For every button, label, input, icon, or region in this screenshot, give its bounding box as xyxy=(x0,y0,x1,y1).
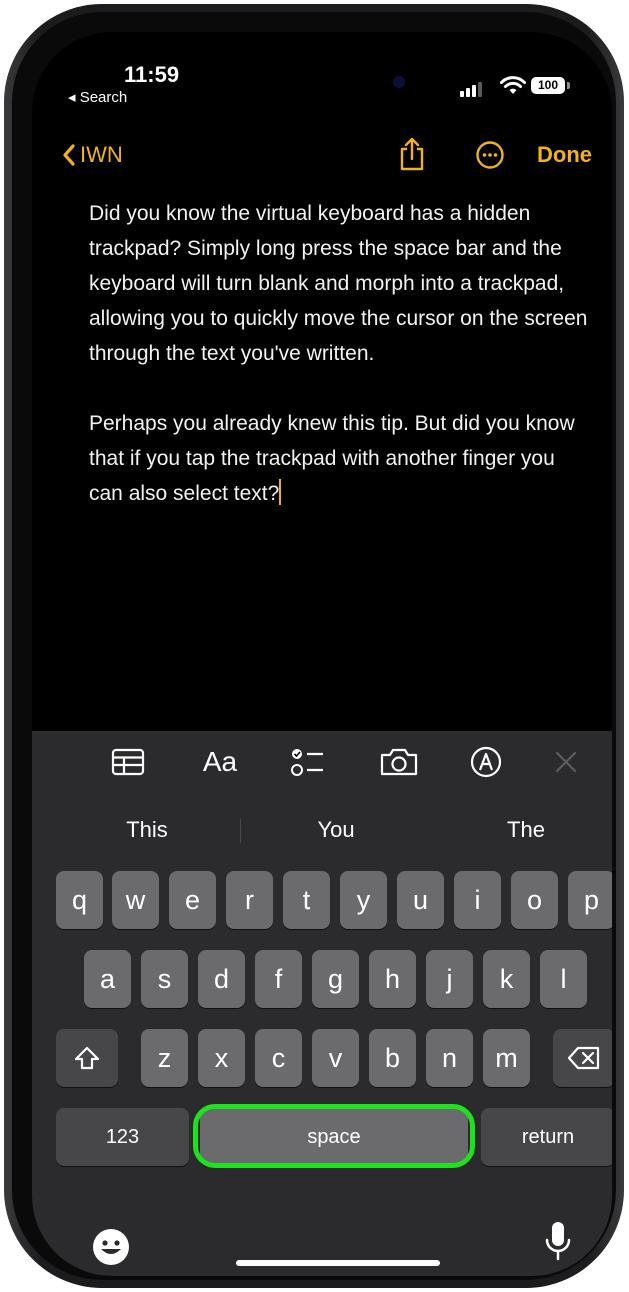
status-bar: 11:59 ◂ Search 100 xyxy=(32,32,612,112)
phone-frame: 11:59 ◂ Search 100 IWN Done Did you know… xyxy=(4,4,624,1288)
backspace-icon xyxy=(567,1046,600,1070)
key-c[interactable]: c xyxy=(255,1029,302,1087)
done-button[interactable]: Done xyxy=(537,142,592,168)
markup-icon[interactable] xyxy=(464,745,508,779)
key-d[interactable]: d xyxy=(198,950,245,1008)
key-s[interactable]: s xyxy=(141,950,188,1008)
key-f[interactable]: f xyxy=(255,950,302,1008)
key-p[interactable]: p xyxy=(568,871,612,929)
front-camera xyxy=(393,76,405,88)
navigation-bar: IWN Done xyxy=(32,132,612,180)
delete-key[interactable] xyxy=(553,1029,612,1087)
key-o[interactable]: o xyxy=(511,871,558,929)
shift-icon xyxy=(74,1046,100,1070)
notes-toolbar: Aa xyxy=(32,731,612,793)
key-a[interactable]: a xyxy=(84,950,131,1008)
close-icon[interactable] xyxy=(548,745,584,779)
key-m[interactable]: m xyxy=(483,1029,530,1087)
note-body[interactable]: Did you know the virtual keyboard has a … xyxy=(89,196,589,511)
battery-tip xyxy=(567,82,570,89)
text-cursor xyxy=(279,479,282,505)
key-g[interactable]: g xyxy=(312,950,359,1008)
key-y[interactable]: y xyxy=(340,871,387,929)
key-u[interactable]: u xyxy=(397,871,444,929)
suggestion-3[interactable]: The xyxy=(466,817,586,843)
keyboard: Aa This You The q w e r t y u i o p a s … xyxy=(32,731,612,1276)
key-h[interactable]: h xyxy=(369,950,416,1008)
battery-indicator: 100 xyxy=(531,77,565,94)
key-r[interactable]: r xyxy=(226,871,273,929)
wifi-icon xyxy=(500,76,526,94)
share-icon[interactable] xyxy=(397,136,427,172)
key-v[interactable]: v xyxy=(312,1029,359,1087)
more-options-icon[interactable] xyxy=(475,140,505,170)
note-paragraph[interactable]: Did you know the virtual keyboard has a … xyxy=(89,196,589,371)
back-to-app-link[interactable]: ◂ Search xyxy=(68,88,127,106)
return-key[interactable]: return xyxy=(481,1108,612,1166)
key-j[interactable]: j xyxy=(426,950,473,1008)
key-n[interactable]: n xyxy=(426,1029,473,1087)
key-b[interactable]: b xyxy=(369,1029,416,1087)
back-button[interactable]: IWN xyxy=(62,142,123,168)
checklist-icon[interactable] xyxy=(286,745,330,779)
key-t[interactable]: t xyxy=(283,871,330,929)
shift-key[interactable] xyxy=(56,1029,118,1087)
key-i[interactable]: i xyxy=(454,871,501,929)
table-icon[interactable] xyxy=(106,745,150,779)
key-z[interactable]: z xyxy=(141,1029,188,1087)
key-k[interactable]: k xyxy=(483,950,530,1008)
screen: 11:59 ◂ Search 100 IWN Done Did you know… xyxy=(32,32,612,1276)
numbers-key[interactable]: 123 xyxy=(56,1108,189,1166)
back-button-label: IWN xyxy=(80,142,123,167)
note-paragraph[interactable]: Perhaps you already knew this tip. But d… xyxy=(89,406,589,511)
microphone-icon[interactable] xyxy=(543,1219,573,1263)
key-w[interactable]: w xyxy=(112,871,159,929)
camera-icon[interactable] xyxy=(377,745,421,779)
key-q[interactable]: q xyxy=(56,871,103,929)
suggestion-2[interactable]: You xyxy=(276,817,396,843)
home-indicator[interactable] xyxy=(236,1260,440,1266)
space-bar-highlight xyxy=(193,1104,475,1168)
note-paragraph-text: Perhaps you already knew this tip. But d… xyxy=(89,412,575,505)
format-icon[interactable]: Aa xyxy=(190,745,250,779)
cellular-signal-icon xyxy=(460,82,482,97)
suggestion-1[interactable]: This xyxy=(87,817,207,843)
key-x[interactable]: x xyxy=(198,1029,245,1087)
key-l[interactable]: l xyxy=(540,950,587,1008)
suggestion-divider xyxy=(240,819,241,843)
chevron-left-icon xyxy=(63,144,75,166)
status-time: 11:59 xyxy=(124,62,180,87)
emoji-icon[interactable] xyxy=(91,1227,131,1267)
key-e[interactable]: e xyxy=(169,871,216,929)
predictive-text-bar: This You The xyxy=(32,807,612,851)
phone-bezel: 11:59 ◂ Search 100 IWN Done Did you know… xyxy=(12,12,616,1280)
